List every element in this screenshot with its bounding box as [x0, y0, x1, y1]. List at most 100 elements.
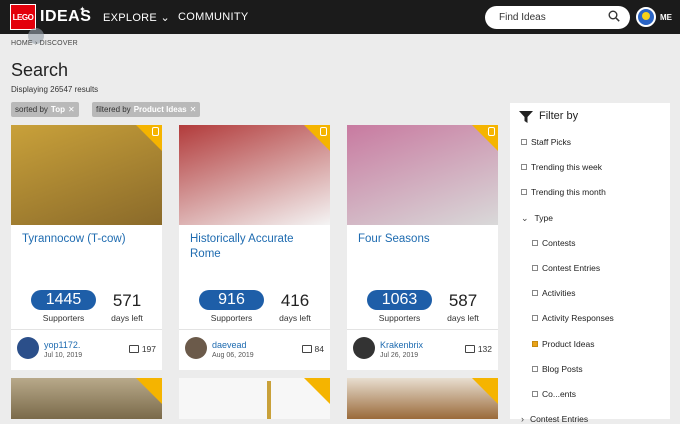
- comment-icon: [301, 345, 312, 353]
- user-avatar[interactable]: [636, 7, 656, 27]
- filter-checkbox[interactable]: [521, 189, 527, 196]
- lightbulb-icon: ✦: [79, 5, 86, 14]
- breadcrumb: HOME › DISCOVER: [11, 40, 78, 47]
- remove-filter-icon[interactable]: ✕: [190, 105, 197, 114]
- creator-avatar[interactable]: [185, 337, 207, 359]
- filter-option[interactable]: › Contest Entries: [521, 414, 588, 424]
- product-idea-badge: [472, 378, 498, 404]
- supporters-label: Supporters: [210, 313, 253, 323]
- filter-option[interactable]: Contest Entries: [532, 263, 600, 273]
- chevron-icon[interactable]: ›: [521, 414, 524, 424]
- creator-avatar[interactable]: [17, 337, 39, 359]
- filter-option[interactable]: Trending this month: [521, 187, 606, 197]
- user-menu-label[interactable]: ME: [660, 13, 672, 22]
- project-card-peek[interactable]: [179, 378, 330, 419]
- page-title: Search: [11, 60, 69, 80]
- filter-checkbox[interactable]: [532, 239, 538, 246]
- days-left-label: days left: [111, 313, 143, 323]
- filter-option-label: Blog Posts: [542, 363, 583, 374]
- filter-chip[interactable]: filtered by Product Ideas ✕: [92, 102, 201, 117]
- filter-option-label: Co...ents: [542, 389, 577, 399]
- filter-option-label: Contest Entries: [542, 263, 601, 273]
- supporters-count: 916: [199, 290, 264, 310]
- project-title[interactable]: Four Seasons: [358, 232, 488, 247]
- project-card[interactable]: Four Seasons 1063 Supporters 587 days le…: [347, 125, 498, 370]
- filter-checkbox[interactable]: [532, 365, 538, 372]
- filter-option-label: Contest Entries: [530, 414, 589, 424]
- sort-chip[interactable]: sorted by Top ✕: [11, 102, 79, 117]
- project-title[interactable]: Historically Accurate Rome: [190, 232, 320, 262]
- filter-title: Filter by: [539, 110, 579, 122]
- filter-option-label: Product Ideas: [542, 338, 595, 349]
- filter-option[interactable]: Activity Responses: [532, 313, 614, 323]
- project-title[interactable]: Tyrannocow (T-cow): [22, 232, 152, 247]
- search-input[interactable]: Find Ideas: [485, 6, 630, 29]
- filter-option[interactable]: Co...ents: [532, 389, 576, 399]
- days-left-label: days left: [279, 313, 311, 323]
- supporters-count: 1063: [367, 290, 432, 310]
- filter-option[interactable]: Trending this week: [521, 162, 602, 172]
- supporters-label: Supporters: [42, 313, 85, 323]
- filter-option-label: Activities: [542, 288, 576, 299]
- product-idea-badge: [304, 378, 330, 404]
- filter-option-label: Trending this month: [531, 187, 606, 198]
- breadcrumb-home[interactable]: HOME: [11, 40, 33, 47]
- creator-name[interactable]: yop1172.: [44, 340, 80, 350]
- remove-sort-icon[interactable]: ✕: [68, 105, 75, 114]
- filter-checkbox[interactable]: [521, 164, 527, 171]
- lightbulb-icon: [488, 127, 495, 136]
- filter-option[interactable]: ⌄ Type: [521, 213, 553, 224]
- days-left-count: 571: [112, 291, 142, 310]
- submission-date: Aug 06, 2019: [212, 352, 254, 359]
- filter-checkbox[interactable]: [532, 290, 538, 297]
- funnel-icon: [519, 111, 533, 123]
- lightbulb-icon: [152, 127, 159, 136]
- project-card[interactable]: Tyrannocow (T-cow) 1445 Supporters 571 d…: [11, 125, 162, 370]
- comment-count[interactable]: 132: [464, 344, 492, 354]
- comment-icon: [464, 345, 475, 353]
- chevron-icon[interactable]: ⌄: [521, 213, 529, 224]
- project-card[interactable]: Historically Accurate Rome 916 Supporter…: [179, 125, 330, 370]
- filter-checkbox[interactable]: [532, 340, 538, 347]
- card-divider: [179, 329, 330, 330]
- filter-checkbox[interactable]: [532, 391, 538, 397]
- nav-explore[interactable]: EXPLORE ⌄: [103, 11, 170, 24]
- filter-checkbox[interactable]: [532, 265, 538, 271]
- creator-name[interactable]: daevead: [212, 340, 247, 350]
- breadcrumb-discover[interactable]: DISCOVER: [40, 40, 78, 47]
- days-left-count: 416: [280, 291, 310, 310]
- submission-date: Jul 10, 2019: [44, 352, 83, 359]
- lego-logo[interactable]: LEGO: [10, 4, 36, 30]
- comment-count[interactable]: 84: [301, 344, 324, 354]
- nav-community[interactable]: COMMUNITY: [178, 11, 249, 23]
- days-left-count: 587: [448, 291, 478, 310]
- filter-option-label: Contests: [542, 237, 576, 248]
- filter-checkbox[interactable]: [521, 139, 527, 145]
- filter-option[interactable]: Contests: [532, 238, 576, 248]
- chevron-down-icon: ⌄: [160, 12, 170, 24]
- days-left-label: days left: [447, 313, 479, 323]
- filter-option-label: Activity Responses: [542, 313, 614, 324]
- project-card-peek[interactable]: [347, 378, 498, 419]
- search-icon[interactable]: [608, 10, 620, 22]
- results-count: Displaying 26547 results: [11, 85, 99, 94]
- filter-option[interactable]: Activities: [532, 288, 576, 298]
- filter-checkbox[interactable]: [532, 315, 538, 322]
- supporters-label: Supporters: [378, 313, 421, 323]
- filter-option[interactable]: Product Ideas: [532, 339, 594, 349]
- comment-count[interactable]: 197: [128, 344, 156, 354]
- filter-option-label: Trending this week: [531, 162, 603, 173]
- submission-date: Jul 26, 2019: [380, 352, 419, 359]
- card-divider: [347, 329, 498, 330]
- filter-option[interactable]: Blog Posts: [532, 364, 583, 374]
- comment-icon: [128, 345, 139, 353]
- filter-panel: Filter by Staff Picks Trending this week T…: [510, 103, 670, 424]
- filter-option-label: Staff Picks: [531, 137, 571, 147]
- project-card-peek[interactable]: [11, 378, 162, 419]
- creator-name[interactable]: Krakenbrix: [380, 340, 423, 350]
- card-divider: [11, 329, 162, 330]
- creator-avatar[interactable]: [353, 337, 375, 359]
- filter-option[interactable]: Staff Picks: [521, 137, 571, 147]
- supporters-count: 1445: [31, 290, 96, 310]
- breadcrumb-separator: ›: [34, 40, 38, 47]
